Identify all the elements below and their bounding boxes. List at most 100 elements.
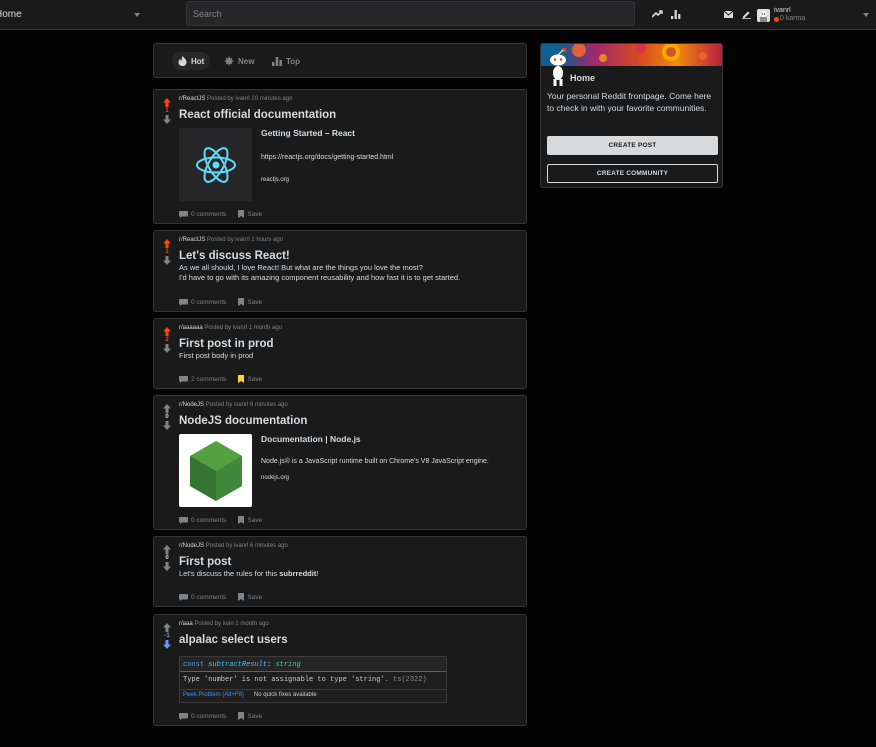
post-title[interactable]: alpalac select users (179, 634, 518, 647)
comment-icon (179, 375, 188, 383)
chevron-down-icon (134, 12, 140, 17)
flame-icon (178, 56, 187, 66)
sort-label: Hot (191, 56, 205, 66)
trending-icon[interactable] (651, 8, 663, 20)
comment-icon (179, 210, 188, 218)
code-image: const subtractResult: string Type 'numbe… (179, 656, 447, 703)
comments-button[interactable]: 0 comments (179, 298, 226, 306)
post-card[interactable]: 1 r/ReactJS Posted by ivanrl 20 minutes … (153, 89, 527, 224)
vote-column: 0 (162, 404, 172, 430)
code-line: const subtractResult: string (180, 657, 446, 672)
create-post-button[interactable]: CREATE POST (547, 136, 718, 155)
create-community-button[interactable]: CREATE COMMUNITY (547, 164, 718, 183)
link-preview[interactable]: Getting Started – React https://reactjs.… (179, 128, 521, 201)
mail-icon[interactable] (722, 8, 734, 20)
bookmark-icon (238, 712, 245, 720)
post-title[interactable]: Let's discuss React! (179, 250, 518, 263)
save-button[interactable]: Save (238, 298, 262, 306)
post-meta: r/ReactJS Posted by ivanrl 1 hours ago (179, 237, 284, 243)
post-body-line: First post body in prod (179, 351, 254, 360)
downvote-arrow-icon[interactable] (162, 562, 172, 571)
sort-hot-button[interactable]: Hot (172, 52, 211, 70)
chevron-down-icon (863, 13, 869, 17)
link-title: Getting Started – React (261, 128, 355, 138)
post-card[interactable]: 1 r/ReactJS Posted by ivanrl 1 hours ago… (153, 230, 527, 312)
user-menu[interactable]: ivanrl 0 karma (757, 5, 869, 25)
subreddit-link[interactable]: r/aaaaaa (179, 325, 203, 331)
subreddit-link[interactable]: r/NodeJS (179, 543, 204, 549)
post-title[interactable]: React official documentation (179, 109, 518, 122)
upvote-arrow-icon[interactable] (162, 623, 172, 632)
post-body-line: Let's discuss the rules for this subrred… (179, 569, 319, 578)
bookmark-icon (238, 210, 245, 218)
subreddit-link[interactable]: r/NodeJS (179, 402, 204, 408)
upvote-arrow-icon[interactable] (162, 98, 172, 107)
feed-dropdown[interactable]: Home (0, 0, 146, 29)
post-meta: r/NodeJS Posted by ivanrl 6 minutes ago (179, 543, 288, 549)
sidebar-title: Home (570, 73, 596, 83)
vote-column: 2 (162, 327, 172, 353)
vote-score: 1 (165, 249, 169, 255)
burst-icon (224, 56, 234, 66)
save-button[interactable]: Save (238, 516, 262, 524)
downvote-arrow-icon[interactable] (162, 256, 172, 265)
downvote-arrow-icon[interactable] (162, 115, 172, 124)
feed-dropdown-label: Home (0, 9, 22, 20)
vote-column: -1 (162, 623, 172, 649)
upvote-arrow-icon[interactable] (162, 545, 172, 554)
save-button[interactable]: Save (238, 712, 262, 720)
link-preview[interactable]: Documentation | Node.js Node.js® is a Ja… (179, 434, 521, 507)
subreddit-link[interactable]: r/ReactJS (179, 96, 205, 102)
code-error-line: Type 'number' is not assignable to type … (183, 676, 427, 684)
vote-score: 1 (165, 108, 169, 114)
link-description: https://reactjs.org/docs/getting-started… (261, 154, 394, 161)
bars-icon (272, 56, 282, 66)
save-button[interactable]: Save (238, 210, 262, 218)
vote-column: 1 (162, 98, 172, 124)
karma-count: 0 karma (774, 15, 805, 23)
search-input[interactable] (186, 1, 635, 26)
post-card[interactable]: 2 r/aaaaaa Posted by ivanrl 1 month ago … (153, 318, 527, 389)
post-meta: r/ReactJS Posted by ivanrl 20 minutes ag… (179, 96, 293, 102)
post-title[interactable]: NodeJS documentation (179, 415, 518, 428)
comment-icon (179, 516, 188, 524)
post-title[interactable]: First post in prod (179, 338, 518, 351)
comments-button[interactable]: 0 comments (179, 516, 226, 524)
upvote-arrow-icon[interactable] (162, 239, 172, 248)
downvote-arrow-icon[interactable] (162, 344, 172, 353)
react-logo-icon (179, 128, 252, 201)
sidebar-description: Your personal Reddit frontpage. Come her… (547, 91, 712, 113)
save-button[interactable]: Save (238, 375, 262, 383)
comments-button[interactable]: 0 comments (179, 712, 226, 720)
vote-column: 0 (162, 545, 172, 571)
home-sidebar-card: Home Your personal Reddit frontpage. Com… (540, 43, 723, 188)
subreddit-link[interactable]: r/ReactJS (179, 237, 205, 243)
link-domain: reactjs.org (261, 177, 290, 183)
post-meta: r/aaa Posted by ivan 1 month ago (179, 621, 269, 627)
post-title[interactable]: First post (179, 556, 518, 569)
bookmark-icon (238, 298, 245, 306)
downvote-arrow-icon[interactable] (162, 421, 172, 430)
top-header: Home ivanrl 0 karma (0, 0, 876, 30)
bookmark-icon (238, 516, 245, 524)
save-button[interactable]: Save (238, 593, 262, 601)
upvote-arrow-icon[interactable] (162, 327, 172, 336)
link-description: Node.js® is a JavaScript runtime built o… (261, 458, 489, 465)
sort-top-button[interactable]: Top (266, 52, 306, 70)
downvote-arrow-icon[interactable] (162, 640, 172, 649)
post-card[interactable]: 0 r/NodeJS Posted by ivanrl 6 minutes ag… (153, 536, 527, 607)
post-card[interactable]: 0 r/NodeJS Posted by ivanrl 6 minutes ag… (153, 395, 527, 530)
post-body-line: I'd have to go with its amazing componen… (179, 273, 461, 282)
create-post-pencil-icon[interactable] (740, 8, 752, 20)
upvote-arrow-icon[interactable] (162, 404, 172, 413)
stats-icon[interactable] (670, 8, 682, 20)
username: ivanrl (774, 7, 791, 14)
subreddit-link[interactable]: r/aaa (179, 621, 193, 627)
vote-score: -1 (164, 633, 170, 639)
comment-icon (179, 298, 188, 306)
comments-button[interactable]: 0 comments (179, 593, 226, 601)
sort-new-button[interactable]: New (218, 52, 260, 70)
comments-button[interactable]: 0 comments (179, 210, 226, 218)
vote-column: 1 (162, 239, 172, 265)
comments-button[interactable]: 2 comments (179, 375, 226, 383)
